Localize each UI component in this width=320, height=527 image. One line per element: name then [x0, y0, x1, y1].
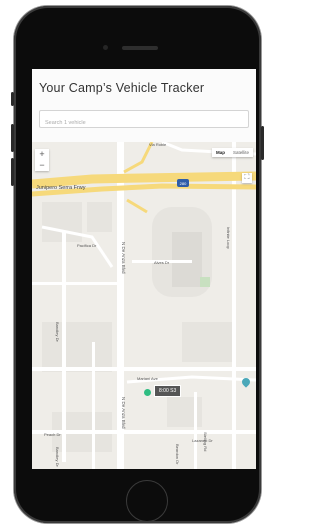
map-view[interactable]: 280 Junipero Serra Frwy Via Roble N De A… — [32, 142, 256, 469]
road-label-vertical-2: N De Anza Blvd — [121, 397, 126, 429]
front-camera — [103, 45, 108, 50]
vehicle-marker-icon[interactable] — [144, 389, 151, 396]
road-label-bottom: Lazaneo Dr — [192, 438, 213, 443]
road-label-left-2: Bandley Dr — [55, 447, 60, 467]
road-label-right-2: Stelling Rd — [203, 432, 208, 451]
map-type-satellite-button[interactable]: Satellite — [229, 148, 253, 157]
search-box[interactable] — [39, 110, 249, 131]
road-label-left-4: Peach Dr — [44, 432, 61, 437]
home-button[interactable] — [126, 480, 168, 522]
road-label-top: Via Roble — [149, 142, 167, 147]
page-title: Your Camp’s Vehicle Tracker — [39, 81, 205, 95]
map-type-map-button[interactable]: Map — [212, 148, 229, 157]
road-label-mariani: Mariani Ave — [137, 376, 159, 381]
volume-down-button — [11, 158, 14, 186]
zoom-controls: + − — [35, 149, 49, 171]
earpiece-speaker — [122, 46, 158, 50]
map-canvas: 280 Junipero Serra Frwy Via Roble N De A… — [32, 142, 256, 469]
vehicle-label[interactable]: 8:00 S3 — [154, 385, 182, 397]
zoom-in-button[interactable]: + — [35, 149, 49, 160]
map-type-toggle: Map Satellite — [211, 148, 253, 157]
interstate-shield-label: 280 — [180, 181, 187, 186]
power-button — [261, 126, 264, 160]
road-label-vertical-1: N De Anza Blvd — [121, 242, 126, 274]
mute-switch — [11, 92, 14, 106]
road-label-small-2: Beardon Dr — [175, 444, 180, 465]
road-label-left-1: Bandley Dr — [55, 322, 60, 342]
search-input[interactable] — [40, 115, 248, 131]
zoom-out-button[interactable]: − — [35, 160, 49, 171]
phone-screen: Your Camp’s Vehicle Tracker Search 1 veh… — [32, 69, 256, 469]
road-label-small-1: Alves Dr — [154, 260, 170, 265]
volume-up-button — [11, 124, 14, 152]
road-label-right-1: Infinite Loop — [226, 227, 231, 250]
highway-label: Junipero Serra Frwy — [36, 185, 86, 191]
road-label-left-3: Pacifica Dr — [77, 243, 97, 248]
fullscreen-icon[interactable]: ⛶ — [242, 173, 252, 183]
